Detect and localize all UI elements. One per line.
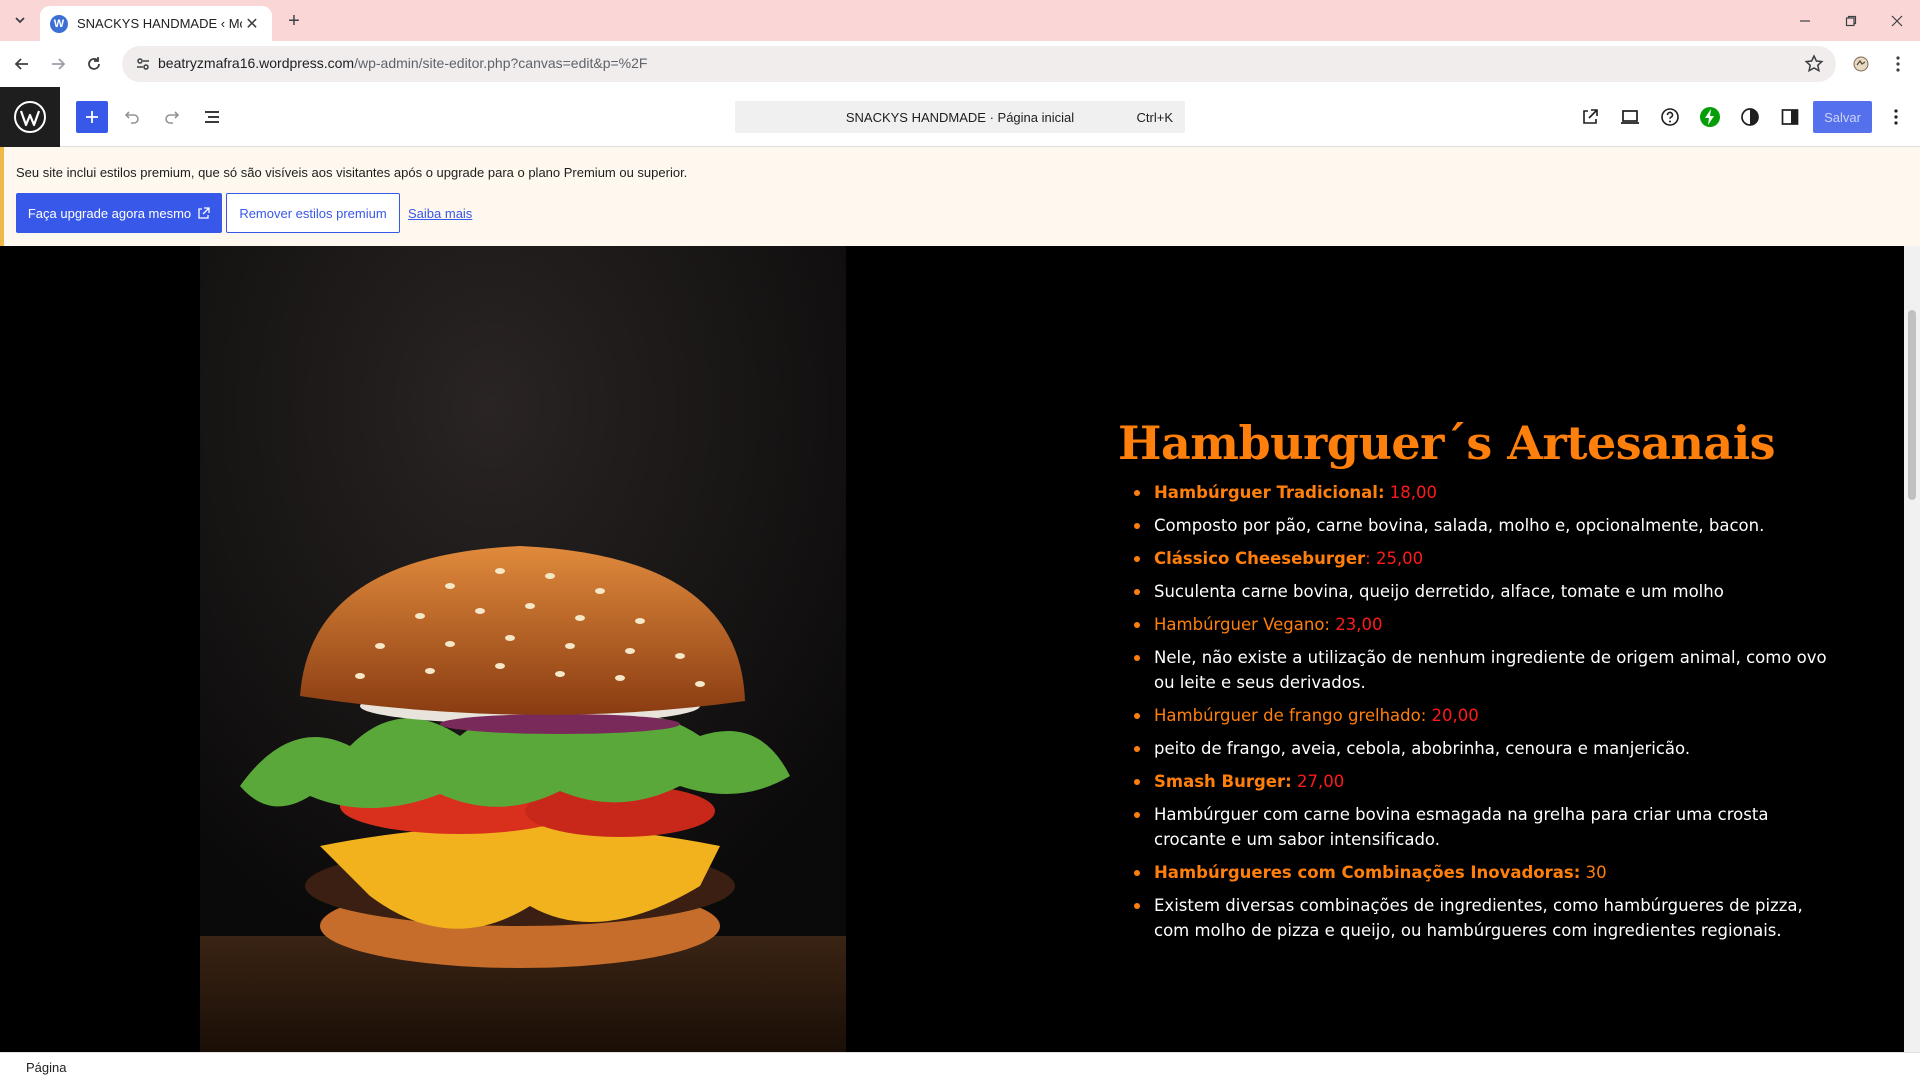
editor-footer: Página	[0, 1052, 1920, 1080]
menu-list[interactable]: Hambúrguer Tradicional: 18,00 Composto p…	[1134, 480, 1838, 943]
menu-heading[interactable]: Hamburguer´s Artesanais	[1118, 416, 1838, 470]
browser-toolbar: beatryzmafra16.wordpress.com/wp-admin/si…	[0, 41, 1920, 87]
plus-icon	[86, 111, 98, 123]
block-breadcrumb[interactable]: Página	[26, 1060, 66, 1075]
item-price: 20,00	[1426, 706, 1479, 725]
url-text: beatryzmafra16.wordpress.com/wp-admin/si…	[158, 55, 647, 71]
help-icon[interactable]	[1654, 101, 1686, 133]
browser-tab[interactable]: W SNACKYS HANDMADE ‹ Modelos ✕	[40, 6, 272, 41]
browser-menu-icon[interactable]	[1884, 50, 1912, 78]
item-name: Hambúrguer Tradicional:	[1154, 483, 1385, 502]
options-menu-icon[interactable]	[1880, 101, 1912, 133]
tab-close-icon[interactable]: ✕	[242, 14, 262, 34]
menu-item-name[interactable]: Hambúrgueres com Combinações Inovadoras:…	[1134, 860, 1838, 885]
jetpack-boost-icon[interactable]	[1694, 101, 1726, 133]
editor-canvas[interactable]: Hamburguer´s Artesanais Hambúrguer Tradi…	[0, 246, 1904, 1052]
add-block-button[interactable]	[76, 101, 108, 133]
back-icon[interactable]	[8, 50, 36, 78]
menu-item-name[interactable]: Hambúrguer de frango grelhado: 20,00	[1134, 703, 1838, 728]
bookmark-star-icon[interactable]	[1804, 54, 1824, 74]
menu-item-name[interactable]: Hambúrguer Vegano: 23,00	[1134, 612, 1838, 637]
close-window-icon[interactable]	[1874, 0, 1920, 41]
menu-item-name[interactable]: Clássico Cheeseburger: 25,00	[1134, 546, 1838, 571]
menu-item-description[interactable]: Hambúrguer com carne bovina esmagada na …	[1134, 802, 1838, 852]
url-path: /wp-admin/site-editor.php?canvas=edit&p=…	[354, 55, 648, 71]
menu-item-description[interactable]: peito de frango, aveia, cebola, abobrinh…	[1134, 736, 1838, 761]
item-price: 23,00	[1329, 615, 1383, 634]
forward-icon[interactable]	[44, 50, 72, 78]
command-shortcut: Ctrl+K	[1136, 110, 1173, 125]
learn-more-link[interactable]: Saiba mais	[408, 206, 472, 221]
tab-search-chevron-icon[interactable]	[8, 8, 32, 32]
new-tab-icon[interactable]: +	[282, 9, 306, 33]
extension-icon[interactable]	[1847, 50, 1875, 78]
minimize-icon[interactable]	[1782, 0, 1828, 41]
item-price: : 25,00	[1365, 549, 1424, 568]
item-name: Hambúrgueres com Combinações Inovadoras:	[1154, 863, 1581, 882]
tab-title: SNACKYS HANDMADE ‹ Modelos	[77, 16, 242, 31]
site-info-icon[interactable]	[134, 55, 152, 73]
scrollbar-thumb[interactable]	[1908, 310, 1916, 500]
premium-styles-notice: Seu site inclui estilos premium, que só …	[0, 147, 1920, 246]
item-name: Clássico Cheeseburger	[1154, 549, 1366, 568]
upgrade-label: Faça upgrade agora mesmo	[27, 205, 192, 221]
external-link-icon	[198, 206, 210, 219]
settings-sidebar-icon[interactable]	[1774, 101, 1806, 133]
save-button[interactable]: Salvar	[1813, 101, 1872, 133]
menu-item-description[interactable]: Composto por pão, carne bovina, salada, …	[1134, 513, 1838, 538]
address-bar[interactable]: beatryzmafra16.wordpress.com/wp-admin/si…	[122, 46, 1836, 82]
item-name: Hambúrguer Vegano:	[1154, 615, 1330, 634]
item-price: 27,00	[1291, 772, 1345, 791]
menu-item-name[interactable]: Smash Burger: 27,00	[1134, 769, 1838, 794]
browser-tab-strip: W SNACKYS HANDMADE ‹ Modelos ✕ +	[0, 0, 1920, 41]
menu-item-name[interactable]: Hambúrguer Tradicional: 18,00	[1134, 480, 1838, 505]
redo-icon[interactable]	[156, 101, 188, 133]
document-overview-icon[interactable]	[196, 101, 228, 133]
canvas-scrollbar[interactable]	[1904, 246, 1920, 1052]
undo-icon[interactable]	[116, 101, 148, 133]
burger-image[interactable]	[200, 246, 846, 1052]
item-price: 18,00	[1384, 483, 1438, 502]
restore-icon[interactable]	[1828, 0, 1874, 41]
styles-icon[interactable]	[1734, 101, 1766, 133]
item-price: 30	[1580, 863, 1607, 882]
wordpress-logo-icon[interactable]	[0, 87, 60, 147]
command-palette-button[interactable]: SNACKYS HANDMADE · Página inicial Ctrl+K	[735, 101, 1185, 133]
upgrade-button[interactable]: Faça upgrade agora mesmo	[16, 193, 222, 233]
item-name: Hambúrguer de frango grelhado:	[1154, 706, 1427, 725]
url-host: beatryzmafra16.wordpress.com	[158, 55, 355, 71]
item-name: Smash Burger:	[1154, 772, 1292, 791]
remove-premium-styles-button[interactable]: Remover estilos premium	[226, 193, 400, 233]
notice-message: Seu site inclui estilos premium, que só …	[16, 165, 688, 180]
wordpress-favicon-icon: W	[50, 14, 68, 33]
menu-item-description[interactable]: Nele, não existe a utilização de nenhum …	[1134, 645, 1838, 695]
reload-icon[interactable]	[80, 50, 108, 78]
menu-item-description[interactable]: Suculenta carne bovina, queijo derretido…	[1134, 579, 1838, 604]
device-preview-icon[interactable]	[1614, 101, 1646, 133]
menu-section[interactable]: Hamburguer´s Artesanais Hambúrguer Tradi…	[1118, 416, 1838, 951]
editor-header: SNACKYS HANDMADE · Página inicial Ctrl+K…	[0, 87, 1920, 147]
view-site-icon[interactable]	[1574, 101, 1606, 133]
menu-item-description[interactable]: Existem diversas combinações de ingredie…	[1134, 893, 1838, 943]
command-label: SNACKYS HANDMADE · Página inicial	[845, 110, 1075, 125]
